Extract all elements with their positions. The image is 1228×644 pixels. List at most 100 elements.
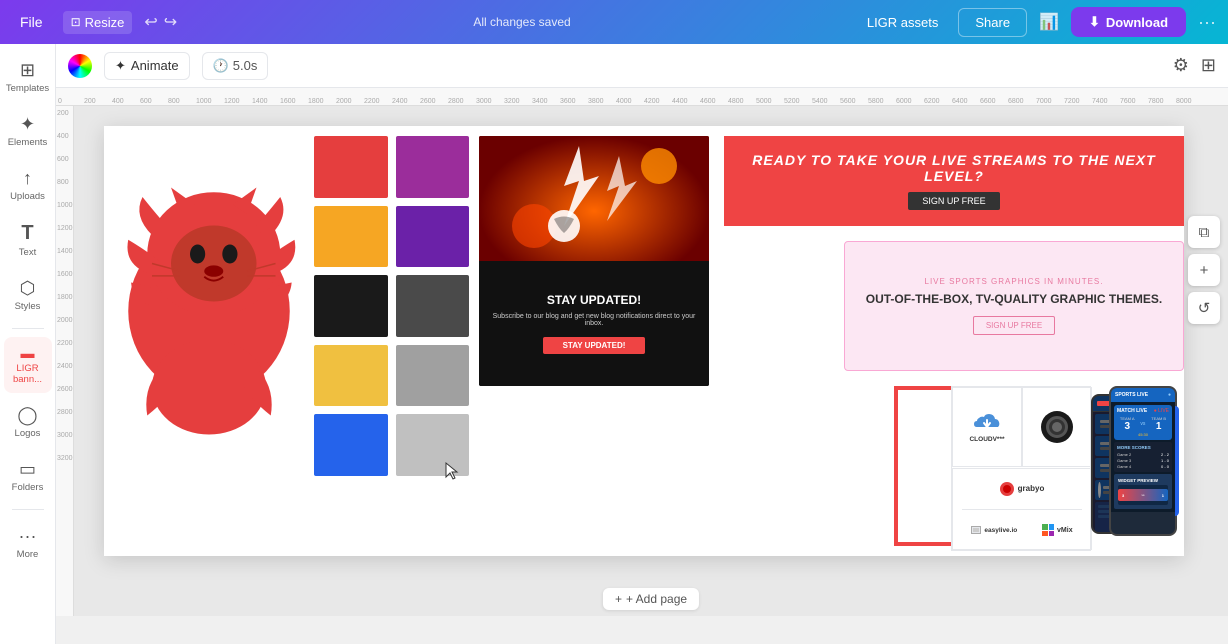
sidebar-label-elements: Elements xyxy=(8,137,48,148)
sidebar-item-text[interactable]: T Text xyxy=(4,214,52,266)
sidebar-divider-2 xyxy=(12,509,44,510)
download-icon: ⬇ xyxy=(1089,14,1100,30)
sync-button[interactable]: ↺ xyxy=(1188,292,1220,324)
grabyo-logo: grabyo xyxy=(1000,482,1045,496)
logos-icon: ◯ xyxy=(17,405,37,426)
uploads-icon: ↑ xyxy=(23,168,32,189)
sidebar-label-templates: Templates xyxy=(6,83,49,94)
red-banner-cta[interactable]: SIGN UP FREE xyxy=(908,192,999,210)
sidebar-item-elements[interactable]: ✦ Elements xyxy=(4,106,52,156)
pink-card[interactable]: LIVE SPORTS GRAPHICS IN MINUTES. OUT-OF-… xyxy=(844,241,1184,371)
add-page-button[interactable]: + + Add page xyxy=(603,588,699,610)
sidebar-label-styles: Styles xyxy=(15,301,41,312)
grid-icon[interactable]: ⊞ xyxy=(1201,55,1216,76)
partner-grabyo-easylive-vmix: grabyo easylive.io xyxy=(952,468,1092,550)
add-page-float-button[interactable]: + xyxy=(1188,254,1220,286)
sidebar-label-uploads: Uploads xyxy=(10,191,45,202)
styles-icon: ⬡ xyxy=(20,278,36,299)
red-banner[interactable]: READY TO TAKE YOUR LIVE STREAMS TO THE N… xyxy=(724,136,1184,226)
sidebar-label-text: Text xyxy=(19,247,36,258)
pink-card-cta[interactable]: SIGN UP FREE xyxy=(973,316,1055,335)
easylive-logo: easylive.io xyxy=(971,526,1017,534)
text-icon: T xyxy=(21,222,33,245)
obs-logo xyxy=(1041,411,1073,443)
more-options-button[interactable]: ··· xyxy=(1198,12,1216,33)
pink-card-title: OUT-OF-THE-BOX, TV-QUALITY GRAPHIC THEME… xyxy=(866,292,1162,306)
swatch-purple[interactable] xyxy=(396,206,470,268)
canvas-area[interactable]: ⧉ + ↺ .lion { fill: #e53e3e; } xyxy=(74,106,1228,616)
swatch-purple-dark[interactable] xyxy=(396,136,470,198)
grabyo-text: grabyo xyxy=(1018,484,1045,493)
cloudv-logo xyxy=(972,412,1002,432)
vmix-logo: vMix xyxy=(1042,524,1073,536)
file-menu[interactable]: File xyxy=(12,10,51,34)
design-canvas[interactable]: .lion { fill: #e53e3e; } xyxy=(104,126,1184,556)
swatch-blue[interactable] xyxy=(314,414,388,476)
ligr-assets-button[interactable]: LIGR assets xyxy=(867,15,939,30)
swatch-red[interactable] xyxy=(314,136,388,198)
swatch-light-gray[interactable] xyxy=(396,345,470,407)
resize-button[interactable]: ⊡ Resize xyxy=(63,11,133,34)
sidebar-item-uploads[interactable]: ↑ Uploads xyxy=(4,160,52,210)
sports-card-cta[interactable]: STAY UPDATED! xyxy=(543,337,646,354)
sidebar-item-more[interactable]: ··· More xyxy=(4,518,52,568)
more-icon: ··· xyxy=(19,526,37,547)
red-bracket xyxy=(894,386,954,546)
color-wheel[interactable] xyxy=(68,54,92,78)
sidebar-label-more: More xyxy=(17,549,39,560)
lion-svg: .lion { fill: #e53e3e; } xyxy=(114,136,304,486)
sports-newsletter-card[interactable]: STAY UPDATED! Subscribe to our blog and … xyxy=(479,136,709,386)
filter-icon[interactable]: ⚙ xyxy=(1173,55,1189,76)
canvas-content: .lion { fill: #e53e3e; } xyxy=(104,126,1184,556)
cloudv-text: CLOUDV*** xyxy=(969,436,1004,443)
sidebar-label-ligr-banner: LIGR bann... xyxy=(10,363,46,385)
folders-icon: ▭ xyxy=(19,459,36,480)
swatch-orange[interactable] xyxy=(314,206,388,268)
sidebar-item-styles[interactable]: ⬡ Styles xyxy=(4,270,52,320)
copy-page-button[interactable]: ⧉ xyxy=(1188,216,1220,248)
color-swatches xyxy=(314,136,469,476)
left-sidebar: ⊞ Templates ✦ Elements ↑ Uploads T Text … xyxy=(0,44,56,644)
sidebar-item-ligr-banner[interactable]: ▬ LIGR bann... xyxy=(4,337,52,393)
animate-icon: ✦ xyxy=(115,58,126,74)
swatch-yellow[interactable] xyxy=(314,345,388,407)
time-display[interactable]: 🕐 5.0s xyxy=(202,52,269,80)
sports-card-subtitle: Subscribe to our blog and get new blog n… xyxy=(489,313,699,327)
ruler-left: 200 400 600 800 1000 1200 1400 1600 1800… xyxy=(56,106,74,616)
sidebar-item-templates[interactable]: ⊞ Templates xyxy=(4,52,52,102)
ligr-banner-icon: ▬ xyxy=(21,345,35,361)
sidebar-item-logos[interactable]: ◯ Logos xyxy=(4,397,52,447)
cursor-svg xyxy=(444,461,460,481)
swatch-dark-gray[interactable] xyxy=(396,275,470,337)
analytics-icon[interactable]: 📊 xyxy=(1039,12,1059,32)
animate-button[interactable]: ✦ Animate xyxy=(104,52,190,80)
templates-icon: ⊞ xyxy=(20,60,35,81)
elements-icon: ✦ xyxy=(20,114,35,135)
phone-front: SPORTS LIVE ● MATCH LIVE ● LIVE xyxy=(1109,386,1177,536)
download-button[interactable]: ⬇ Download xyxy=(1071,7,1186,37)
partners-grid: CLOUDV*** xyxy=(951,386,1091,551)
phone-accent xyxy=(1175,406,1179,516)
sidebar-item-folders[interactable]: ▭ Folders xyxy=(4,451,52,501)
easylive-text: easylive.io xyxy=(984,527,1017,534)
swatch-black[interactable] xyxy=(314,275,388,337)
sidebar-divider xyxy=(12,328,44,329)
undo-button[interactable]: ↩ xyxy=(144,12,157,32)
easylive-vmix-row: easylive.io vMix xyxy=(959,524,1085,536)
undo-redo-group: ↩ ↪ xyxy=(144,12,177,32)
partner-obs xyxy=(1022,387,1092,467)
partners-bottom-row: grabyo easylive.io xyxy=(952,468,1092,550)
redo-button[interactable]: ↪ xyxy=(164,12,177,32)
secondary-toolbar: ✦ Animate 🕐 5.0s ⚙ ⊞ xyxy=(56,44,1228,88)
share-button[interactable]: Share xyxy=(958,8,1027,37)
phone-mockups: 11:49 10,000 xyxy=(1091,386,1176,551)
clock-icon: 🕐 xyxy=(213,58,229,74)
add-page-label: + Add page xyxy=(626,592,687,606)
partners-top-row: CLOUDV*** xyxy=(952,387,1092,467)
resize-label: Resize xyxy=(85,15,125,30)
vmix-icon xyxy=(1042,524,1054,536)
sports-card-title: STAY UPDATED! xyxy=(547,293,641,307)
ruler-top: 0 200 400 600 800 1000 1200 1400 1600 18… xyxy=(56,88,1228,106)
lion-graphic[interactable]: .lion { fill: #e53e3e; } xyxy=(114,136,304,486)
partner-cloudv: CLOUDV*** xyxy=(952,387,1022,467)
